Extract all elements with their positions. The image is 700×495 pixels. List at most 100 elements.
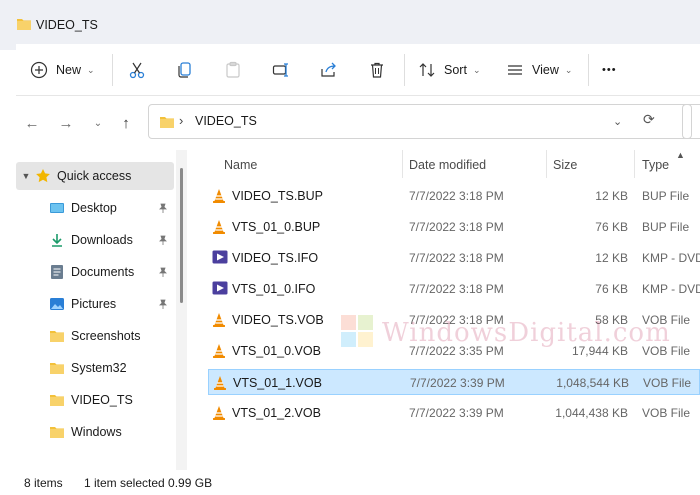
table-row[interactable]: VIDEO_TS.BUP 7/7/2022 3:18 PM 12 KB BUP … <box>208 183 700 209</box>
column-header-type[interactable]: Type <box>642 150 669 180</box>
pin-icon[interactable] <box>158 266 168 280</box>
chevron-down-icon: ⌄ <box>87 64 95 75</box>
share-icon <box>320 61 338 79</box>
download-icon <box>48 231 66 249</box>
table-row[interactable]: VTS_01_0.BUP 7/7/2022 3:18 PM 76 KB BUP … <box>208 214 700 240</box>
scroll-up-chevron-icon[interactable]: ▲ <box>676 150 685 160</box>
column-divider[interactable] <box>402 150 403 178</box>
copy-button[interactable] <box>176 58 194 82</box>
file-date: 7/7/2022 3:18 PM <box>409 282 504 296</box>
plus-circle-icon <box>30 61 48 79</box>
view-button[interactable]: View ⌄ <box>506 58 572 82</box>
selection-info: 1 item selected 0.99 GB <box>84 476 213 490</box>
vlc-cone-icon <box>213 375 227 394</box>
forward-arrow-icon[interactable]: → <box>56 113 76 133</box>
cut-button[interactable] <box>128 58 146 82</box>
collapse-chevron-icon[interactable]: ▼ <box>18 171 34 181</box>
column-header-name[interactable]: Name <box>224 150 257 180</box>
table-row[interactable]: VTS_01_2.VOB 7/7/2022 3:39 PM 1,044,438 … <box>208 400 700 426</box>
sidebar-item-label: Screenshots <box>71 329 141 343</box>
sidebar-item-screenshots[interactable]: Screenshots <box>16 322 174 350</box>
sidebar-item-windows[interactable]: Windows <box>16 418 174 446</box>
view-list-icon <box>506 61 524 79</box>
vlc-cone-icon <box>212 343 226 362</box>
more-options-button[interactable]: ••• <box>602 58 617 82</box>
share-button[interactable] <box>320 58 338 82</box>
file-size: 1,048,544 KB <box>556 376 629 390</box>
sidebar-item-video-ts[interactable]: VIDEO_TS <box>16 386 174 414</box>
sidebar-item-quick-access[interactable]: ▼ Quick access <box>16 162 174 190</box>
pin-icon[interactable] <box>158 202 168 216</box>
picture-icon <box>48 295 66 313</box>
sort-label: Sort <box>444 63 467 77</box>
file-type: BUP File <box>642 189 690 203</box>
table-row[interactable]: VIDEO_TS.IFO 7/7/2022 3:18 PM 12 KB KMP … <box>208 245 700 271</box>
column-divider[interactable] <box>634 150 635 178</box>
rename-button[interactable] <box>272 58 290 82</box>
sidebar-item-label: VIDEO_TS <box>71 393 133 407</box>
file-size: 76 KB <box>595 282 628 296</box>
toolbar-divider <box>404 54 405 86</box>
sidebar-item-label: Quick access <box>57 169 132 183</box>
chevron-down-icon: ⌄ <box>472 64 481 75</box>
table-row-selected[interactable]: VTS_01_1.VOB 7/7/2022 3:39 PM 1,048,544 … <box>208 369 700 395</box>
delete-button[interactable] <box>368 58 386 82</box>
file-type: VOB File <box>643 376 692 390</box>
sidebar-item-pictures[interactable]: Pictures <box>16 290 174 318</box>
paste-button[interactable] <box>224 58 242 82</box>
file-type: VOB File <box>642 406 691 420</box>
toolbar-divider <box>588 54 589 86</box>
chevron-down-icon: ⌄ <box>564 64 573 75</box>
watermark-text: WindowsDigital.com <box>382 317 671 348</box>
up-arrow-icon[interactable]: ↑ <box>116 113 136 133</box>
navigation-bar: ← → ⌄ ↑ › VIDEO_TS ⌄ ⟳ <box>16 96 700 150</box>
file-size: 76 KB <box>595 220 628 234</box>
recent-locations-chevron-icon[interactable]: ⌄ <box>88 113 108 133</box>
file-name: VTS_01_2.VOB <box>232 406 321 420</box>
sidebar-item-documents[interactable]: Documents <box>16 258 174 286</box>
file-name: VTS_01_0.VOB <box>232 344 321 358</box>
watermark: WindowsDigital.com <box>340 314 671 351</box>
file-date: 7/7/2022 3:18 PM <box>409 220 504 234</box>
file-date: 7/7/2022 3:18 PM <box>409 251 504 265</box>
sidebar-item-desktop[interactable]: Desktop <box>16 194 174 222</box>
scissors-icon <box>128 61 146 79</box>
navigation-pane: ▼ Quick access Desktop Downloads Documen… <box>16 162 176 472</box>
vlc-cone-icon <box>212 219 226 238</box>
sort-icon <box>418 61 436 79</box>
address-history-chevron-icon[interactable]: ⌄ <box>613 115 622 128</box>
copy-icon <box>176 61 194 79</box>
search-box[interactable] <box>682 104 700 139</box>
new-button[interactable]: New ⌄ <box>30 58 95 82</box>
column-header-date-modified[interactable]: Date modified <box>409 150 486 180</box>
breadcrumb-folder[interactable]: VIDEO_TS <box>195 114 257 128</box>
sidebar-item-label: Downloads <box>71 233 133 247</box>
window-title: VIDEO_TS <box>36 18 98 32</box>
folder-icon <box>48 423 66 441</box>
sidebar-item-label: System32 <box>71 361 127 375</box>
star-icon <box>34 167 52 185</box>
sidebar-item-system32[interactable]: System32 <box>16 354 174 382</box>
sort-button[interactable]: Sort ⌄ <box>418 58 480 82</box>
folder-icon <box>16 17 32 34</box>
sidebar-item-downloads[interactable]: Downloads <box>16 226 174 254</box>
file-type: KMP - DVD <box>642 251 700 265</box>
folder-icon <box>159 115 175 132</box>
sidebar-scrollbar-thumb[interactable] <box>180 168 183 303</box>
address-bar[interactable]: › VIDEO_TS ⌄ ⟳ <box>148 104 692 139</box>
pin-icon[interactable] <box>158 234 168 248</box>
folder-icon <box>48 391 66 409</box>
command-bar: New ⌄ Sort ⌄ View ⌄ ••• <box>16 44 700 96</box>
file-date: 7/7/2022 3:18 PM <box>409 189 504 203</box>
table-row[interactable]: VTS_01_0.IFO 7/7/2022 3:18 PM 76 KB KMP … <box>208 276 700 302</box>
sidebar-item-label: Desktop <box>71 201 117 215</box>
sidebar-item-label: Pictures <box>71 297 117 311</box>
refresh-icon[interactable]: ⟳ <box>643 111 655 128</box>
pin-icon[interactable] <box>158 298 168 312</box>
kmp-play-icon <box>212 281 228 298</box>
column-header-size[interactable]: Size <box>553 150 577 180</box>
item-count: 8 items <box>24 476 63 490</box>
back-arrow-icon[interactable]: ← <box>22 113 42 133</box>
column-divider[interactable] <box>546 150 547 178</box>
desktop-icon <box>48 199 66 217</box>
